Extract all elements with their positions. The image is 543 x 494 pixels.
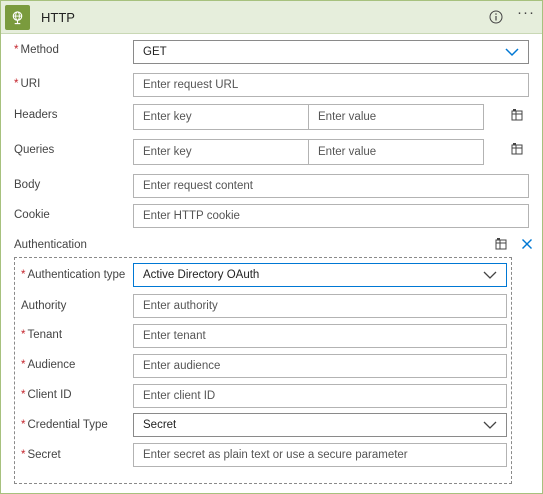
headers-label: Headers [14,109,58,121]
switch-to-text-mode-icon[interactable] [510,142,524,156]
required-marker: * [14,78,19,90]
card-header[interactable]: HTTP ··· [1,1,542,34]
card-title: HTTP [41,10,75,25]
chevron-down-icon [483,271,497,279]
client-id-input[interactable]: Enter client ID [133,384,507,408]
credential-type-value: Secret [143,419,177,431]
auth-type-label: * Authentication type [21,269,125,281]
client-id-label: * Client ID [21,389,72,401]
required-marker: * [21,329,26,341]
required-marker: * [21,449,26,461]
audience-label-text: Audience [27,359,76,371]
close-icon[interactable] [521,238,533,250]
queries-key-input[interactable]: Enter key [133,139,309,165]
auth-type-value: Active Directory OAuth [143,269,260,281]
method-value: GET [143,46,167,58]
required-marker: * [21,389,26,401]
credential-type-label-text: Credential Type [27,419,108,431]
cookie-input[interactable]: Enter HTTP cookie [133,204,529,228]
method-label-text: Method [20,44,59,56]
uri-label-text: URI [20,78,41,90]
required-marker: * [21,269,26,281]
uri-label: * URI [14,78,40,90]
headers-key-input[interactable]: Enter key [133,104,309,130]
required-marker: * [21,359,26,371]
globe-icon [5,5,30,30]
auth-type-dropdown[interactable]: Active Directory OAuth [133,263,507,287]
authentication-label: Authentication [14,239,87,251]
authority-input[interactable]: Enter authority [133,294,507,318]
headers-value-input[interactable]: Enter value [308,104,484,130]
more-options-icon[interactable]: ··· [517,5,535,20]
http-action-card: HTTP ··· * Method GET * URI Enter request … [0,0,543,494]
credential-type-label: * Credential Type [21,419,108,431]
secret-label: * Secret [21,449,61,461]
info-icon[interactable] [489,10,503,24]
method-label: * Method [14,44,59,56]
cookie-label: Cookie [14,209,50,221]
body-label: Body [14,179,41,191]
switch-to-text-mode-icon[interactable] [494,237,508,251]
method-dropdown[interactable]: GET [133,40,529,64]
queries-value-input[interactable]: Enter value [308,139,484,165]
queries-label: Queries [14,144,55,156]
tenant-input[interactable]: Enter tenant [133,324,507,348]
chevron-down-icon [483,421,497,429]
secret-label-text: Secret [27,449,61,461]
body-input[interactable]: Enter request content [133,174,529,198]
secret-input[interactable]: Enter secret as plain text or use a secu… [133,443,507,467]
audience-label: * Audience [21,359,75,371]
tenant-label: * Tenant [21,329,62,341]
required-marker: * [14,44,19,56]
auth-type-label-text: Authentication type [27,269,126,281]
required-marker: * [21,419,26,431]
authority-label: Authority [21,300,67,312]
audience-input[interactable]: Enter audience [133,354,507,378]
credential-type-dropdown[interactable]: Secret [133,413,507,437]
tenant-label-text: Tenant [27,329,63,341]
client-id-label-text: Client ID [27,389,72,401]
chevron-down-icon [505,48,519,57]
uri-input[interactable]: Enter request URL [133,73,529,97]
switch-to-text-mode-icon[interactable] [510,108,524,122]
